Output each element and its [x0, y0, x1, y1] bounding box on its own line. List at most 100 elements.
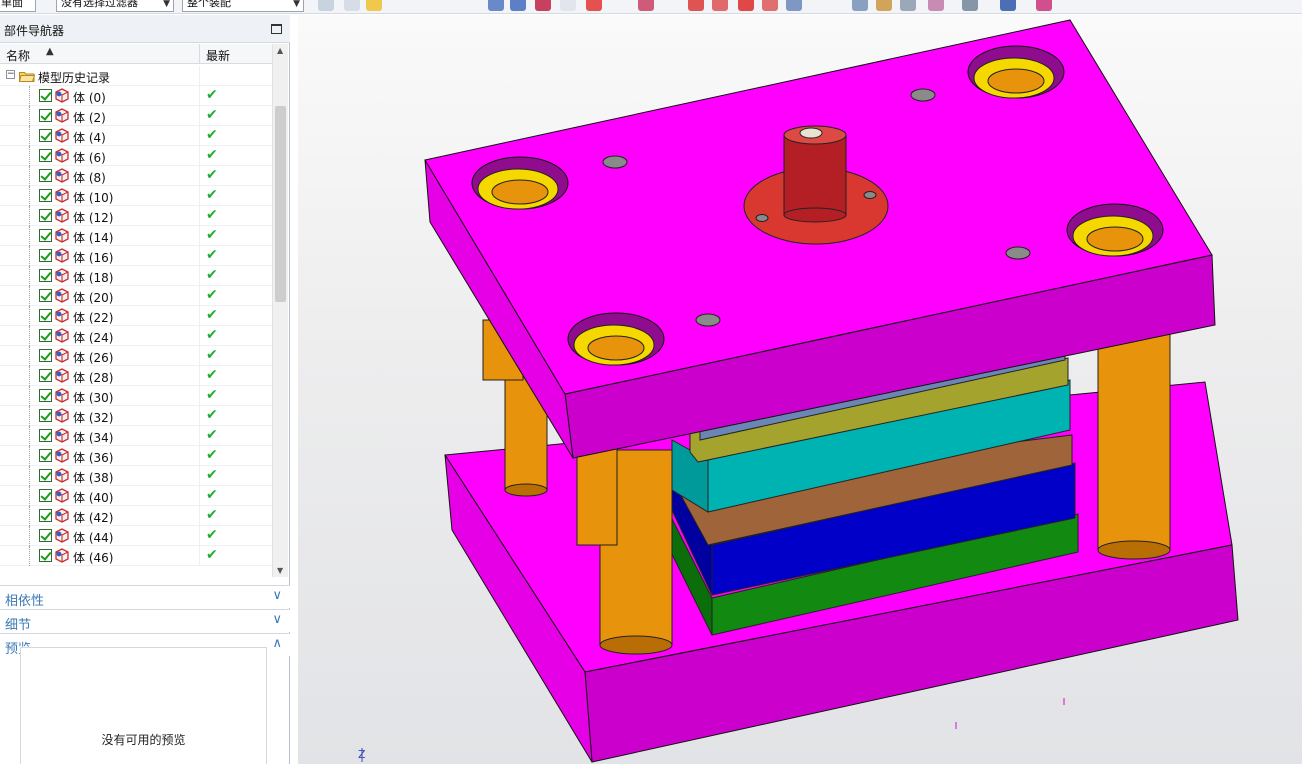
- tree-row-body[interactable]: 体 (30) ✔: [0, 386, 272, 406]
- screw-hole[interactable]: [1005, 246, 1031, 260]
- tree-row-body[interactable]: 体 (18) ✔: [0, 266, 272, 286]
- tree-row-body[interactable]: 体 (42) ✔: [0, 506, 272, 526]
- filter-icon[interactable]: [344, 0, 360, 11]
- point-on-curve-icon[interactable]: [762, 0, 778, 11]
- column-header-name[interactable]: 名称: [6, 47, 30, 64]
- up-to-date-check-icon: ✔: [206, 367, 218, 383]
- layer-icon[interactable]: [928, 0, 944, 11]
- scroll-thumb[interactable]: [275, 106, 286, 302]
- screw-hole[interactable]: [910, 88, 936, 102]
- visibility-checkbox[interactable]: [39, 229, 52, 242]
- arc-snap-icon[interactable]: [638, 0, 654, 11]
- snap-point-icon[interactable]: [535, 0, 551, 11]
- view-orient-icon[interactable]: [852, 0, 868, 11]
- visibility-checkbox[interactable]: [39, 209, 52, 222]
- tree-row-body[interactable]: 体 (40) ✔: [0, 486, 272, 506]
- tree-row-body[interactable]: 体 (46) ✔: [0, 546, 272, 566]
- dependencies-section[interactable]: 相依性 ∨: [0, 585, 290, 609]
- visibility-checkbox[interactable]: [39, 449, 52, 462]
- tree-row-body[interactable]: 体 (14) ✔: [0, 226, 272, 246]
- tree-line: [29, 306, 30, 326]
- visibility-checkbox[interactable]: [39, 429, 52, 442]
- visibility-checkbox[interactable]: [39, 149, 52, 162]
- visibility-checkbox[interactable]: [39, 309, 52, 322]
- tree-row-body[interactable]: 体 (34) ✔: [0, 426, 272, 446]
- rotate-icon[interactable]: [900, 0, 916, 11]
- tree-row-body[interactable]: 体 (4) ✔: [0, 126, 272, 146]
- screw-hole[interactable]: [602, 155, 628, 169]
- sprue-bushing[interactable]: [783, 134, 847, 216]
- visibility-checkbox[interactable]: [39, 249, 52, 262]
- visibility-checkbox[interactable]: [39, 409, 52, 422]
- tree-row-body[interactable]: 体 (32) ✔: [0, 406, 272, 426]
- display-icon[interactable]: [1000, 0, 1016, 11]
- tree-row-body[interactable]: 体 (16) ✔: [0, 246, 272, 266]
- fit-view-icon[interactable]: [876, 0, 892, 11]
- tree-root-model-history[interactable]: − 模型历史记录: [0, 66, 272, 86]
- guide-pillar[interactable]: [576, 444, 618, 546]
- visibility-checkbox[interactable]: [39, 489, 52, 502]
- visibility-checkbox[interactable]: [39, 189, 52, 202]
- snap-icon[interactable]: [318, 0, 334, 11]
- tree-row-body[interactable]: 体 (10) ✔: [0, 186, 272, 206]
- line-snap-icon[interactable]: [560, 0, 576, 11]
- visibility-checkbox[interactable]: [39, 169, 52, 182]
- scroll-up-icon[interactable]: ▲: [277, 46, 283, 55]
- mold-assembly-model[interactable]: Z: [298, 15, 1302, 764]
- column-divider: [199, 66, 200, 86]
- tree-row-body[interactable]: 体 (44) ✔: [0, 526, 272, 546]
- type-filter-dropdown[interactable]: 没有选择过滤器 ▼: [56, 0, 174, 12]
- scroll-down-icon[interactable]: ▼: [277, 566, 283, 575]
- center-snap-icon[interactable]: [688, 0, 704, 11]
- graphics-window[interactable]: Z: [298, 15, 1302, 764]
- tree-row-body[interactable]: 体 (24) ✔: [0, 326, 272, 346]
- select-mode-dropdown[interactable]: 单面: [0, 0, 36, 12]
- visibility-checkbox[interactable]: [39, 289, 52, 302]
- shaded-view-icon[interactable]: [510, 0, 526, 11]
- tree-row-body[interactable]: 体 (38) ✔: [0, 466, 272, 486]
- solid-body-icon: [54, 348, 70, 363]
- visibility-checkbox[interactable]: [39, 129, 52, 142]
- collapse-icon[interactable]: −: [6, 70, 15, 79]
- visibility-checkbox[interactable]: [39, 389, 52, 402]
- visibility-checkbox[interactable]: [39, 369, 52, 382]
- visibility-checkbox[interactable]: [39, 529, 52, 542]
- render-style-icon[interactable]: [962, 0, 978, 11]
- visibility-checkbox[interactable]: [39, 469, 52, 482]
- column-header-latest[interactable]: 最新: [206, 47, 230, 64]
- visibility-checkbox[interactable]: [39, 89, 52, 102]
- select-all-icon[interactable]: [366, 0, 382, 11]
- tree-row-body[interactable]: 体 (22) ✔: [0, 306, 272, 326]
- vertical-scrollbar[interactable]: ▲ ▼: [272, 44, 288, 577]
- selection-scope-dropdown[interactable]: 整个装配 ▼: [182, 0, 304, 12]
- screw-hole[interactable]: [695, 313, 721, 327]
- tree-row-body[interactable]: 体 (0) ✔: [0, 86, 272, 106]
- face-snap-icon[interactable]: [786, 0, 802, 11]
- tree-row-body[interactable]: 体 (2) ✔: [0, 106, 272, 126]
- visibility-checkbox[interactable]: [39, 349, 52, 362]
- tree-row-body[interactable]: 体 (36) ✔: [0, 446, 272, 466]
- tree-row-body[interactable]: 体 (28) ✔: [0, 366, 272, 386]
- tree-row-body[interactable]: 体 (20) ✔: [0, 286, 272, 306]
- chevron-down-icon[interactable]: ∨: [272, 588, 282, 603]
- details-section[interactable]: 细节 ∨: [0, 609, 290, 633]
- visibility-checkbox[interactable]: [39, 509, 52, 522]
- chevron-up-icon[interactable]: ∧: [272, 636, 282, 651]
- chevron-down-icon[interactable]: ∨: [272, 612, 282, 627]
- tree-row-body[interactable]: 体 (8) ✔: [0, 166, 272, 186]
- tree-row-body[interactable]: 体 (6) ✔: [0, 146, 272, 166]
- column-divider[interactable]: [199, 44, 200, 64]
- edit-icon[interactable]: [1036, 0, 1052, 11]
- visibility-checkbox[interactable]: [39, 329, 52, 342]
- endpoint-snap-icon[interactable]: [586, 0, 602, 11]
- quadrant-snap-icon[interactable]: [712, 0, 728, 11]
- visibility-checkbox[interactable]: [39, 109, 52, 122]
- visibility-checkbox[interactable]: [39, 269, 52, 282]
- solid-body-icon: [54, 388, 70, 403]
- visibility-checkbox[interactable]: [39, 549, 52, 562]
- maximize-icon[interactable]: [271, 24, 282, 34]
- tree-row-body[interactable]: 体 (26) ✔: [0, 346, 272, 366]
- cube-view-icon[interactable]: [488, 0, 504, 11]
- tree-row-body[interactable]: 体 (12) ✔: [0, 206, 272, 226]
- intersection-snap-icon[interactable]: [738, 0, 754, 11]
